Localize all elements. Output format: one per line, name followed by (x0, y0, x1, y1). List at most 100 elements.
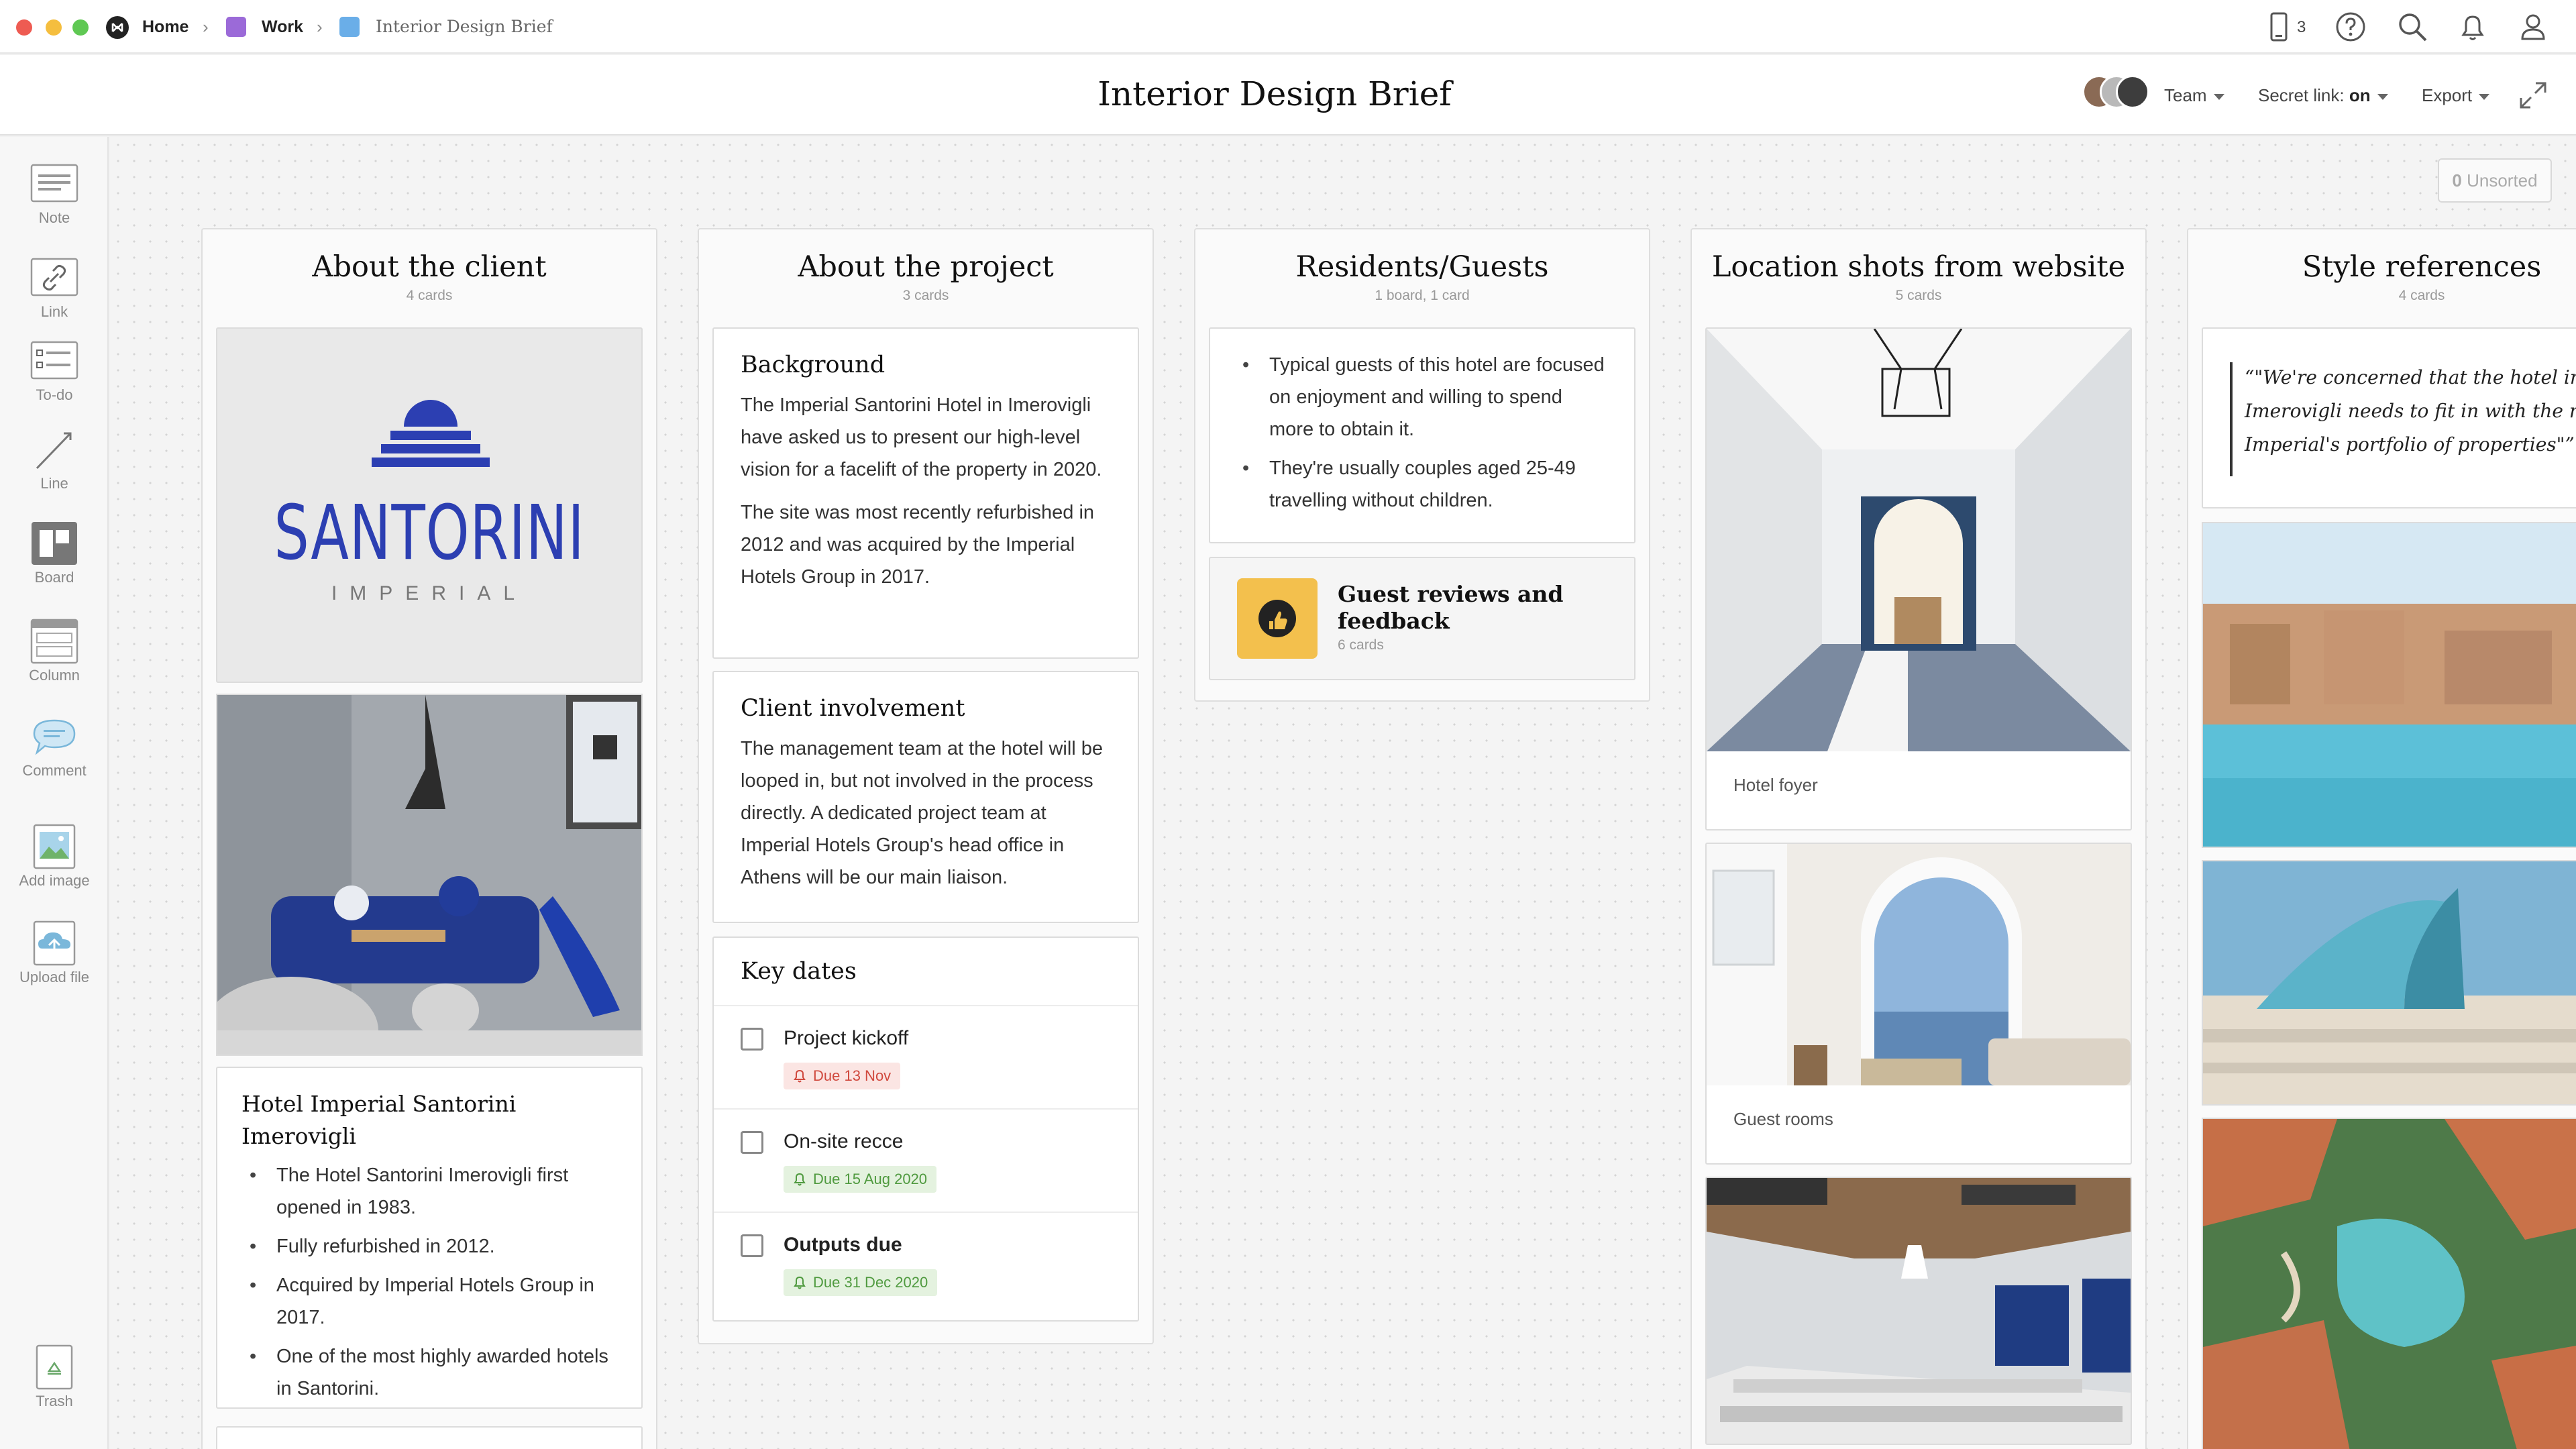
client-card-partial[interactable] (216, 1426, 643, 1449)
due-date-badge[interactable]: Due 13 Nov (784, 1063, 901, 1089)
tool-board[interactable]: Board (0, 521, 109, 588)
column-style-references[interactable]: Style references 4 cards “"We're concern… (2187, 228, 2576, 1449)
list-item: Fully refurbished in 2012. (241, 1230, 617, 1263)
style-aerial-resort-photo[interactable] (2202, 1118, 2576, 1449)
user-account-icon[interactable] (2516, 9, 2551, 44)
window-close-dot[interactable] (16, 19, 32, 36)
guest-reviews-board-link[interactable]: Guest reviews and feedback 6 cards (1209, 557, 1635, 680)
logo-wordmark: SANTORINI (274, 490, 585, 577)
tool-add-image[interactable]: Add image (0, 824, 109, 891)
due-date-badge[interactable]: Due 31 Dec 2020 (784, 1269, 938, 1296)
column-card-count: 4 cards (2398, 288, 2445, 303)
breadcrumb-home[interactable]: Home (142, 15, 189, 39)
involvement-text: The management team at the hotel will be… (741, 738, 1104, 888)
fullscreen-icon[interactable] (2517, 79, 2549, 111)
tool-todo[interactable]: To-do (0, 338, 109, 405)
tool-note[interactable]: Note (0, 161, 109, 228)
note-icon (29, 161, 80, 207)
avatar[interactable] (2116, 75, 2149, 109)
window-zoom-dot[interactable] (72, 19, 89, 36)
breadcrumb-work[interactable]: Work (262, 15, 303, 39)
line-icon (29, 427, 80, 472)
todo-checkbox[interactable] (741, 1234, 763, 1257)
tool-column[interactable]: Column (0, 619, 109, 686)
tool-line[interactable]: Line (0, 427, 109, 494)
restaurant-image (1707, 1178, 2131, 1444)
logo-subtitle: IMPERIAL (331, 582, 528, 604)
column-location-shots[interactable]: Location shots from website 5 cards Hote… (1690, 228, 2147, 1449)
todo-label[interactable]: On-site recce (784, 1126, 903, 1158)
living-room-photo[interactable] (216, 694, 643, 1056)
column-title[interactable]: Location shots from website (1692, 248, 2145, 286)
card-title: Hotel Imperial Santorini Imerovigli (241, 1091, 517, 1149)
column-title[interactable]: About the client (203, 248, 656, 286)
help-icon[interactable] (2333, 9, 2368, 44)
home-logo-icon[interactable] (106, 16, 129, 39)
column-about-client[interactable]: About the client 4 cards SANTORINI IMPER… (201, 228, 657, 1449)
work-board-icon (226, 17, 246, 37)
guest-rooms-image (1707, 844, 2131, 1085)
tool-label: Note (38, 209, 70, 226)
tool-label: Column (29, 667, 80, 684)
export-label: Export (2422, 85, 2473, 105)
device-icon[interactable] (2265, 9, 2300, 44)
unsorted-counter[interactable]: 0 Unsorted (2438, 158, 2552, 203)
tool-label: Add image (19, 872, 90, 889)
image-caption: Hotel foyer (1733, 775, 1818, 795)
list-item: Acquired by Imperial Hotels Group in 201… (241, 1269, 617, 1334)
breadcrumb-current[interactable]: Interior Design Brief (376, 15, 553, 39)
hotel-foyer-card[interactable]: Hotel foyer (1705, 327, 2132, 830)
todo-label[interactable]: Project kickoff (784, 1022, 908, 1055)
todo-label[interactable]: Outputs due (784, 1229, 902, 1261)
unsorted-count: 0 (2452, 170, 2462, 191)
key-dates-card[interactable]: Key dates Project kickoff Due 13 Nov On-… (712, 936, 1139, 1322)
client-quote-card[interactable]: “"We're concerned that the hotel in Imer… (2202, 327, 2576, 508)
client-logo-card[interactable]: SANTORINI IMPERIAL (216, 327, 643, 683)
list-item: They're usually couples aged 25-49 trave… (1234, 452, 1610, 517)
todo-checkbox[interactable] (741, 1131, 763, 1154)
list-item: Typical guests of this hotel are focused… (1234, 349, 1610, 445)
list-item: One of the most highly awarded hotels in… (241, 1340, 617, 1405)
tool-link[interactable]: Link (0, 255, 109, 322)
alarm-bell-icon (794, 1173, 806, 1186)
todo-item: Project kickoff Due 13 Nov (714, 1005, 1138, 1108)
column-title[interactable]: Residents/Guests (1195, 248, 1649, 286)
column-about-project[interactable]: About the project 3 cards Background The… (698, 228, 1154, 1344)
card-title: Key dates (741, 958, 857, 985)
chevron-down-icon (2479, 93, 2490, 100)
tool-comment[interactable]: Comment (0, 714, 109, 781)
column-title[interactable]: About the project (699, 248, 1152, 286)
trash-icon (29, 1344, 80, 1390)
hotel-beach-image (2203, 861, 2576, 1104)
search-icon[interactable] (2395, 9, 2430, 44)
client-involvement-card[interactable]: Client involvement The management team a… (712, 671, 1139, 923)
background-card[interactable]: Background The Imperial Santorini Hotel … (712, 327, 1139, 659)
team-dropdown[interactable]: Team (2164, 80, 2224, 110)
secret-link-dropdown[interactable]: Secret link: on (2258, 80, 2388, 110)
board-link-title: Guest reviews and feedback (1338, 581, 1564, 634)
chevron-right-icon: › (317, 17, 323, 37)
notifications-bell-icon[interactable] (2455, 9, 2490, 44)
restaurant-card[interactable] (1705, 1177, 2132, 1445)
unsorted-label: Unsorted (2467, 170, 2538, 191)
quote-text: “"We're concerned that the hotel in Imer… (2245, 366, 2576, 455)
style-hotel-beach-photo[interactable] (2202, 860, 2576, 1106)
due-date-badge[interactable]: Due 15 Aug 2020 (784, 1166, 937, 1193)
image-icon (29, 824, 80, 869)
todo-item: On-site recce Due 15 Aug 2020 (714, 1108, 1138, 1212)
tool-label: Link (40, 303, 68, 320)
window-minimize-dot[interactable] (46, 19, 62, 36)
hotel-info-card[interactable]: Hotel Imperial Santorini Imerovigli The … (216, 1067, 643, 1409)
column-residents-guests[interactable]: Residents/Guests 1 board, 1 card Typical… (1194, 228, 1650, 702)
guest-profile-card[interactable]: Typical guests of this hotel are focused… (1209, 327, 1635, 543)
todo-checkbox[interactable] (741, 1028, 763, 1051)
trash-area[interactable]: Trash (0, 1344, 109, 1411)
guest-rooms-card[interactable]: Guest rooms (1705, 843, 2132, 1165)
style-resort-pool-photo[interactable] (2202, 522, 2576, 848)
due-date-text: Due 15 Aug 2020 (813, 1171, 928, 1187)
list-item: The Hotel Santorini Imerovigli first ope… (241, 1159, 617, 1224)
secret-link-label: Secret link: (2258, 85, 2349, 105)
column-title[interactable]: Style references (2188, 248, 2576, 286)
export-dropdown[interactable]: Export (2422, 80, 2490, 110)
tool-upload-file[interactable]: Upload file (0, 920, 109, 987)
